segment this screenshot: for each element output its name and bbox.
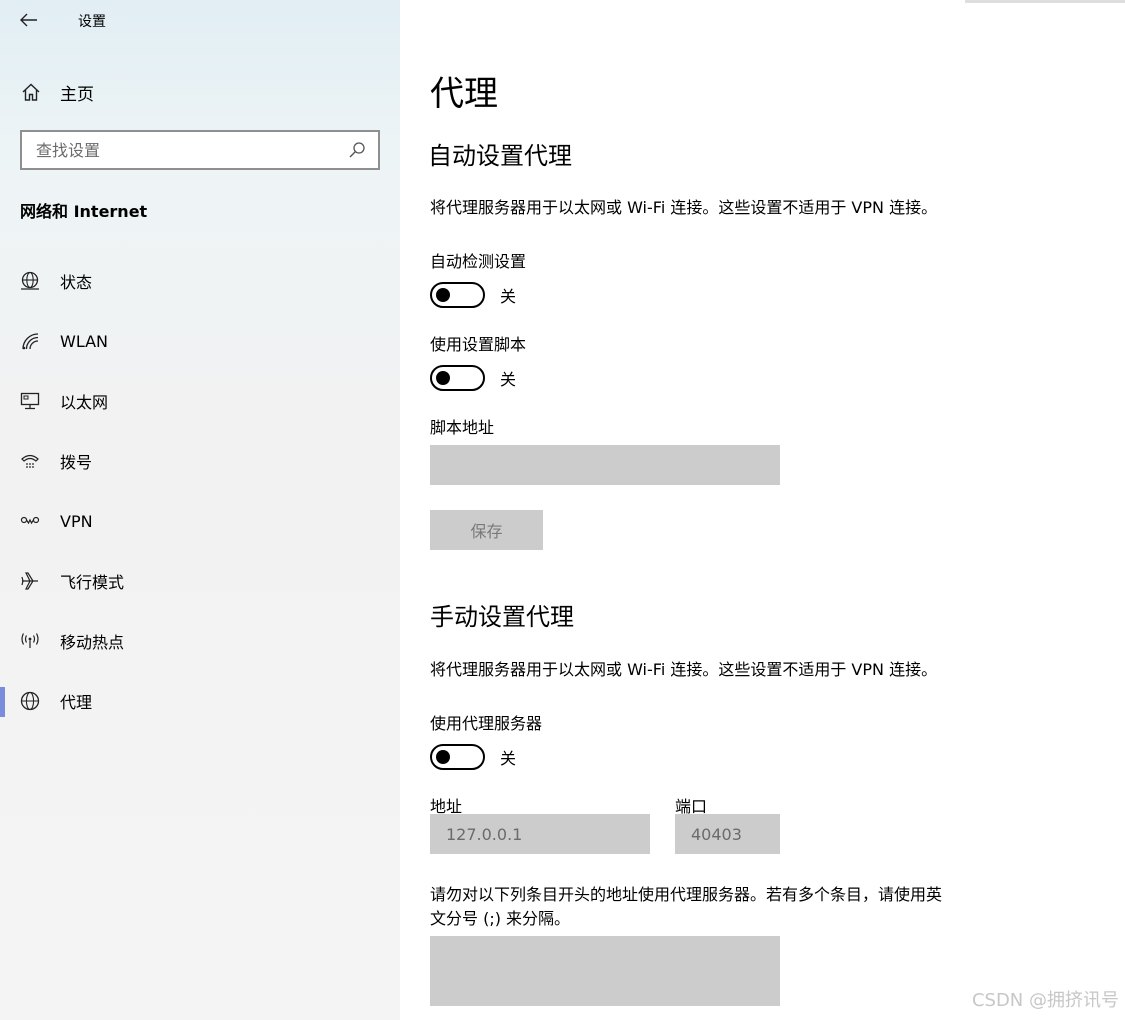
- toggle-state: 关: [500, 287, 517, 306]
- wifi-icon: [19, 330, 41, 352]
- auto-proxy-description: 将代理服务器用于以太网或 Wi-Fi 连接。这些设置不适用于 VPN 连接。: [430, 198, 938, 217]
- sidebar-item-ethernet[interactable]: 以太网: [0, 371, 400, 431]
- manual-proxy-description: 将代理服务器用于以太网或 Wi-Fi 连接。这些设置不适用于 VPN 连接。: [430, 660, 938, 679]
- auto-detect-toggle[interactable]: 关: [430, 281, 550, 309]
- watermark: CSDN @拥挤讯号: [971, 990, 1119, 1011]
- use-proxy-toggle[interactable]: 关: [430, 743, 550, 771]
- toggle-state: 关: [500, 370, 517, 389]
- port-input[interactable]: [675, 814, 780, 854]
- address-input[interactable]: [430, 814, 650, 854]
- globe-status-icon: [19, 270, 41, 292]
- use-script-label: 使用设置脚本: [430, 335, 527, 354]
- main-panel: 代理 自动设置代理 将代理服务器用于以太网或 Wi-Fi 连接。这些设置不适用于…: [400, 0, 1125, 1020]
- sidebar-item-label: 移动热点: [60, 633, 125, 652]
- script-address-input[interactable]: [430, 445, 780, 485]
- home-nav-item[interactable]: 主页: [0, 72, 400, 112]
- ethernet-icon: [19, 390, 41, 412]
- sidebar-item-label: 代理: [60, 693, 93, 712]
- auto-proxy-heading: 自动设置代理: [428, 142, 572, 170]
- use-proxy-label: 使用代理服务器: [430, 714, 543, 733]
- window-edge-shadow: [965, 0, 1125, 3]
- sidebar-item-label: WLAN: [60, 331, 109, 351]
- sidebar-item-airplane-mode[interactable]: 飞行模式: [0, 551, 400, 611]
- dialup-icon: [19, 450, 41, 472]
- vpn-icon: [19, 510, 41, 532]
- toggle-knob: [436, 288, 450, 302]
- search-input[interactable]: [36, 135, 342, 165]
- back-button[interactable]: [14, 6, 44, 34]
- sidebar-item-proxy[interactable]: 代理: [0, 671, 400, 731]
- globe-icon: [19, 690, 41, 712]
- title-bar: 设置: [0, 0, 400, 40]
- toggle-track: [430, 282, 485, 308]
- sidebar: 设置 主页 网络和 Internet: [0, 0, 400, 1020]
- use-script-toggle[interactable]: 关: [430, 364, 550, 392]
- toggle-knob: [436, 750, 450, 764]
- exceptions-input[interactable]: [430, 936, 780, 1006]
- search-icon[interactable]: [342, 135, 372, 165]
- sidebar-item-wlan[interactable]: WLAN: [0, 311, 400, 371]
- sidebar-item-vpn[interactable]: VPN: [0, 491, 400, 551]
- auto-detect-label: 自动检测设置: [430, 252, 527, 271]
- toggle-knob: [436, 371, 450, 385]
- sidebar-item-mobile-hotspot[interactable]: 移动热点: [0, 611, 400, 671]
- sidebar-item-label: 飞行模式: [60, 573, 125, 592]
- exceptions-description-line1: 请勿对以下列条目开头的地址使用代理服务器。若有多个条目，请使用英: [430, 885, 943, 904]
- save-button[interactable]: 保存: [430, 510, 543, 550]
- toggle-state: 关: [500, 749, 517, 768]
- sidebar-nav: 状态 WLAN 以太网 拨号 VPN 飞行模式 移动热点 代理: [0, 251, 400, 731]
- page-title: 代理: [430, 74, 498, 114]
- app-title: 设置: [78, 14, 106, 30]
- toggle-track: [430, 744, 485, 770]
- sidebar-item-label: 拨号: [60, 453, 93, 472]
- hotspot-icon: [19, 630, 41, 652]
- section-label: 网络和 Internet: [20, 202, 148, 221]
- sidebar-item-dialup[interactable]: 拨号: [0, 431, 400, 491]
- sidebar-item-label: VPN: [60, 511, 93, 531]
- toggle-track: [430, 365, 485, 391]
- exceptions-description-line2: 文分号 (;) 来分隔。: [430, 909, 571, 928]
- search-box: [20, 130, 380, 170]
- settings-window: 设置 主页 网络和 Internet: [0, 0, 1125, 1020]
- back-arrow-icon: [20, 13, 37, 27]
- script-address-label: 脚本地址: [430, 418, 495, 437]
- sidebar-item-label: 以太网: [60, 393, 109, 412]
- airplane-icon: [19, 570, 41, 592]
- sidebar-item-label: 状态: [60, 273, 93, 292]
- sidebar-item-status[interactable]: 状态: [0, 251, 400, 311]
- home-icon: [20, 81, 42, 103]
- home-label: 主页: [60, 84, 94, 105]
- manual-proxy-heading: 手动设置代理: [430, 603, 574, 631]
